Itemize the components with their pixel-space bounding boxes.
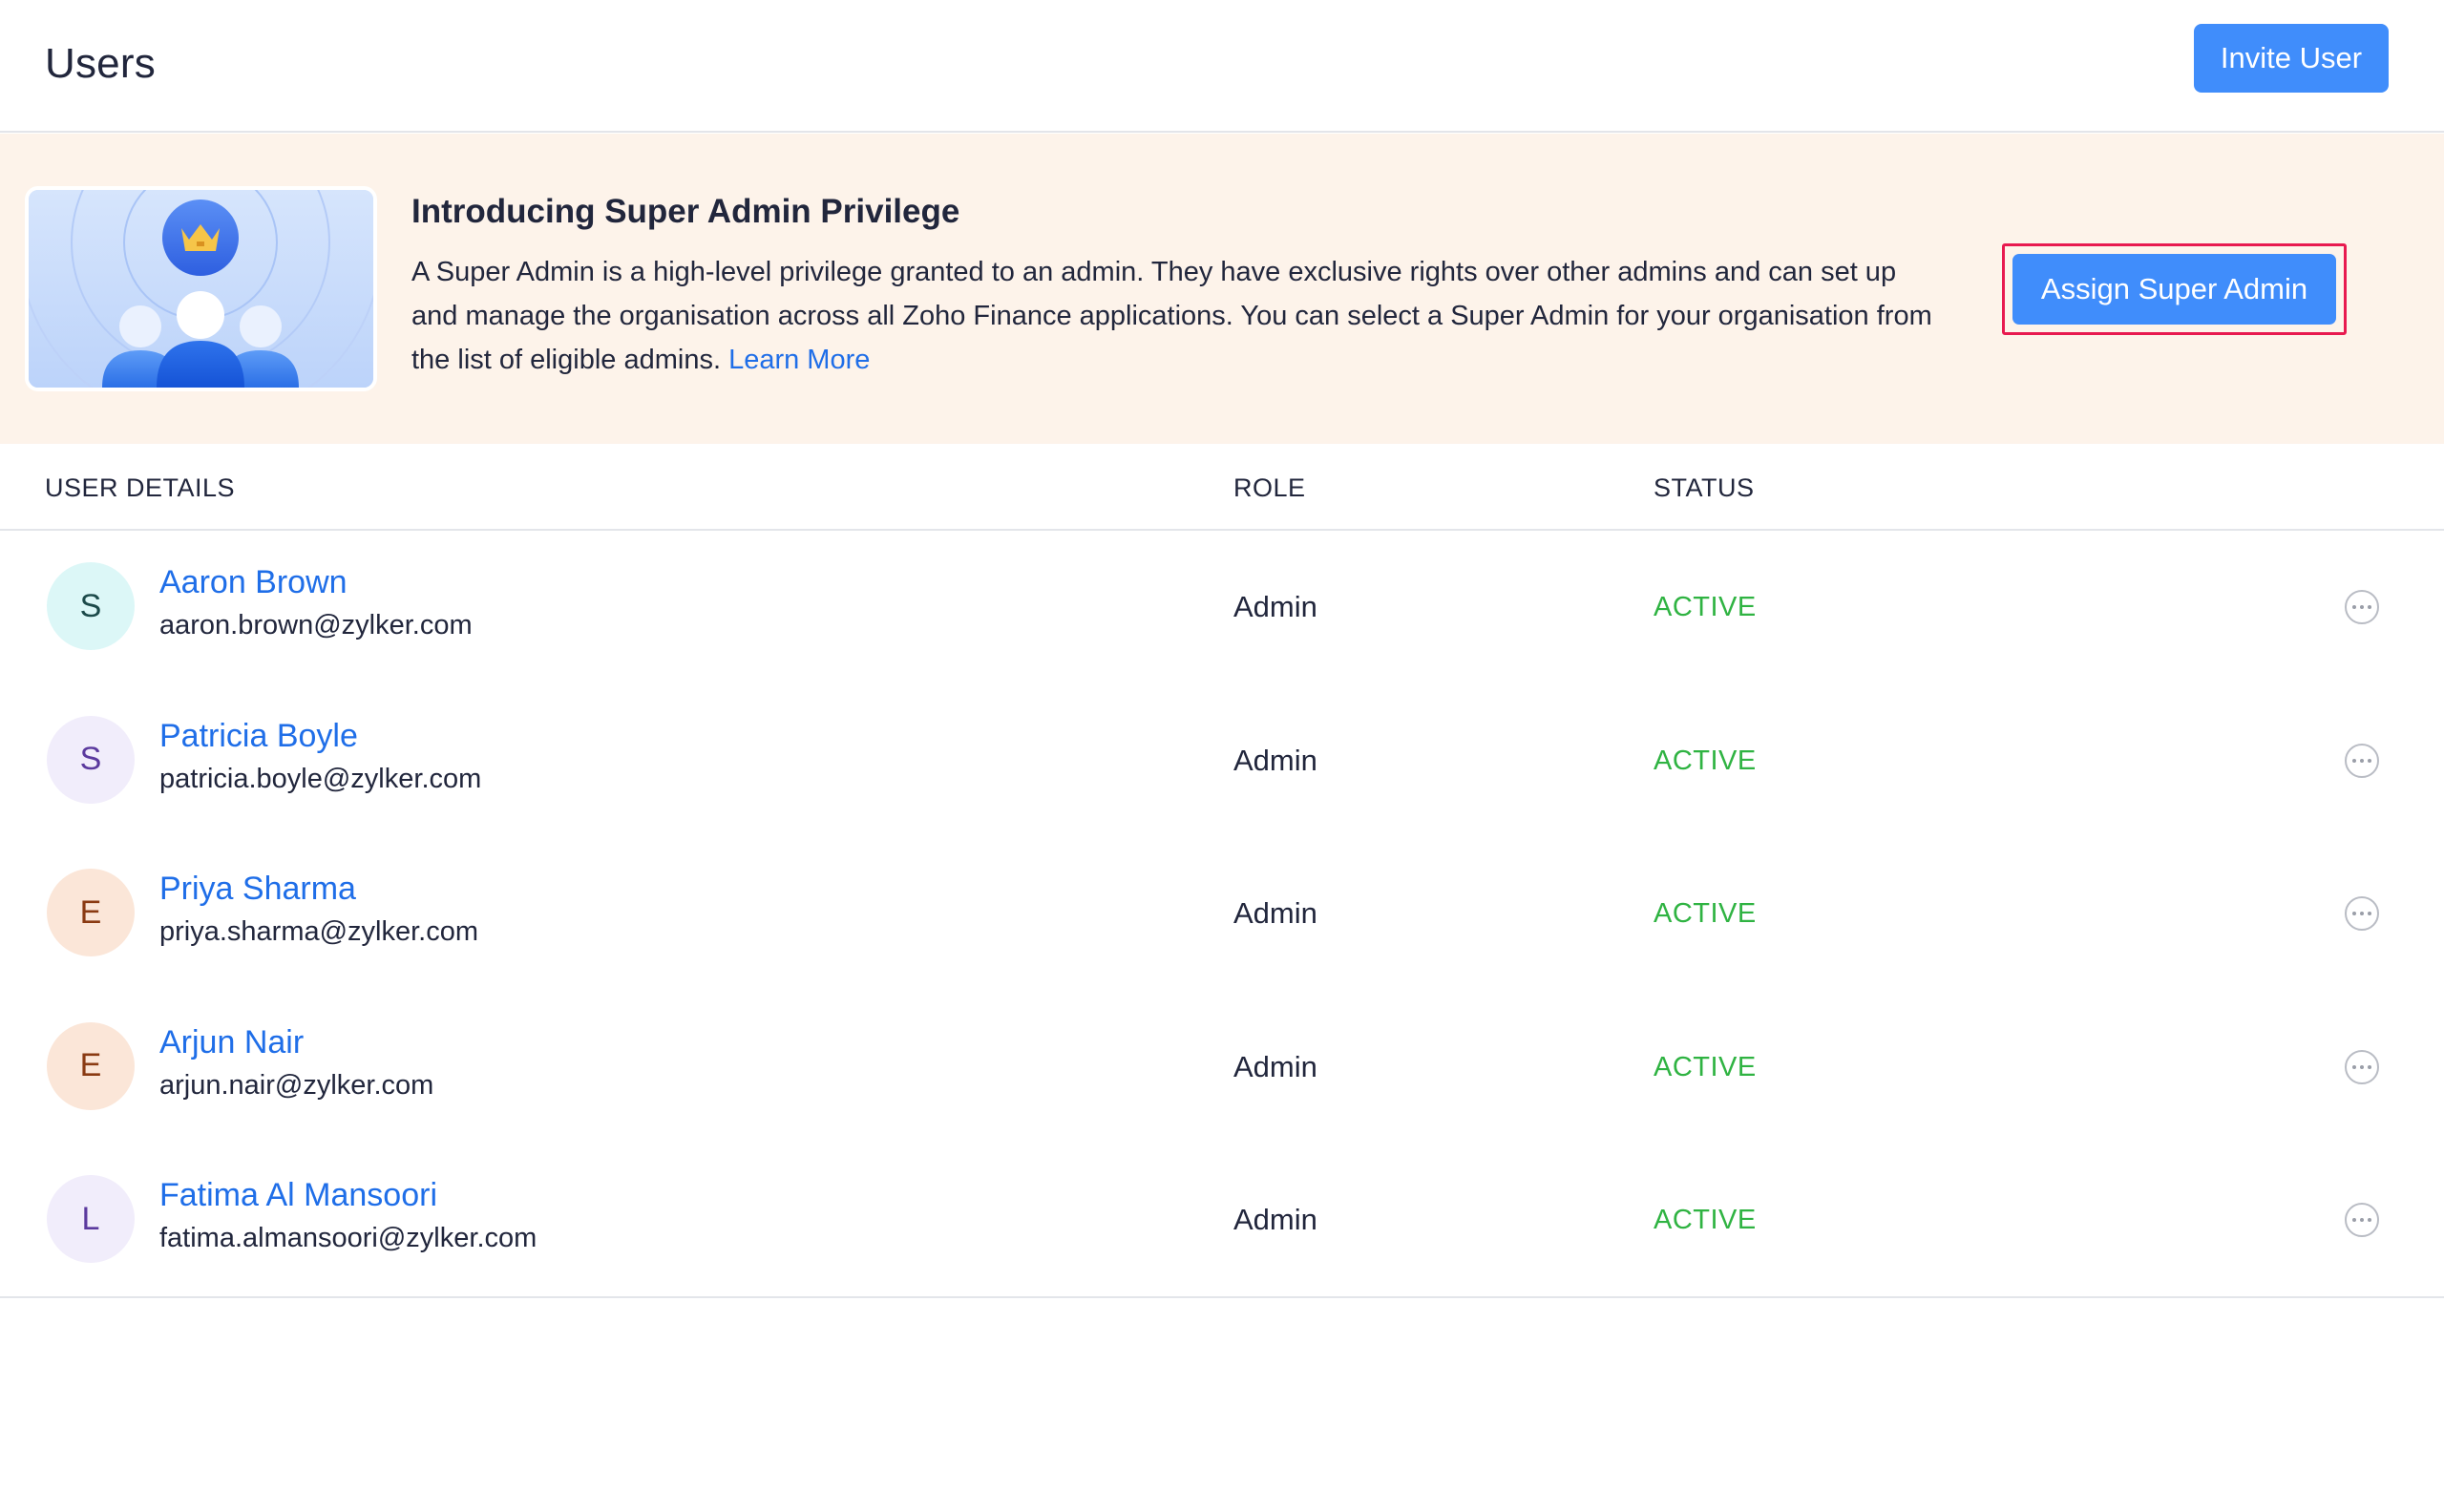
status-badge: ACTIVE: [1654, 592, 1757, 622]
banner-description: A Super Admin is a high-level privilege …: [411, 250, 1939, 382]
table-bottom-divider: [0, 1296, 2444, 1298]
table-row: L Fatima Al Mansoori fatima.almansoori@z…: [0, 1144, 2444, 1297]
avatar: E: [47, 1021, 135, 1110]
status-badge: ACTIVE: [1654, 1205, 1757, 1236]
status-badge: ACTIVE: [1654, 745, 1757, 776]
user-name-link[interactable]: Patricia Boyle: [159, 718, 358, 755]
admins-group-illustration: [29, 190, 373, 388]
user-email: patricia.boyle@zylker.com: [159, 763, 482, 794]
status-badge: ACTIVE: [1654, 898, 1757, 930]
super-admin-illustration: [25, 186, 377, 391]
super-admin-banner: Introducing Super Admin Privilege A Supe…: [0, 134, 2444, 444]
avatar: S: [47, 715, 135, 804]
users-table-header: USER DETAILS ROLE STATUS: [0, 444, 2444, 531]
user-role: Admin: [1233, 896, 1317, 931]
more-options-icon[interactable]: [2345, 896, 2379, 932]
more-options-icon[interactable]: [2345, 590, 2379, 624]
users-table-body: S Aaron Brown aaron.brown@zylker.com Adm…: [0, 531, 2444, 1297]
user-name-link[interactable]: Priya Sharma: [159, 871, 356, 908]
table-row: E Priya Sharma priya.sharma@zylker.com A…: [0, 837, 2444, 991]
banner-description-text: A Super Admin is a high-level privilege …: [411, 257, 1932, 375]
user-email: priya.sharma@zylker.com: [159, 916, 479, 948]
user-email: aaron.brown@zylker.com: [159, 610, 473, 640]
more-options-icon[interactable]: [2345, 743, 2379, 778]
avatar: E: [47, 869, 135, 957]
user-name-link[interactable]: Fatima Al Mansoori: [159, 1177, 437, 1214]
assign-super-admin-highlight: Assign Super Admin: [2002, 243, 2347, 335]
table-row: S Patricia Boyle patricia.boyle@zylker.c…: [0, 684, 2444, 838]
banner-heading: Introducing Super Admin Privilege: [411, 193, 960, 230]
column-header-status: STATUS: [1654, 473, 1755, 502]
table-row: S Aaron Brown aaron.brown@zylker.com Adm…: [0, 531, 2444, 684]
table-row: E Arjun Nair arjun.nair@zylker.com Admin…: [0, 991, 2444, 1144]
learn-more-link[interactable]: Learn More: [728, 345, 870, 375]
avatar: L: [47, 1175, 135, 1264]
user-role: Admin: [1233, 1203, 1317, 1237]
column-header-user-details: USER DETAILS: [45, 473, 236, 502]
user-role: Admin: [1233, 743, 1317, 777]
user-name-link[interactable]: Arjun Nair: [159, 1024, 304, 1061]
avatar: S: [47, 562, 135, 650]
column-header-role: ROLE: [1233, 473, 1306, 502]
more-options-icon[interactable]: [2345, 1049, 2379, 1084]
page-title: Users: [45, 40, 156, 87]
page-header: Users Invite User: [0, 0, 2444, 133]
user-email: arjun.nair@zylker.com: [159, 1069, 434, 1101]
more-options-icon[interactable]: [2345, 1203, 2379, 1238]
user-role: Admin: [1233, 1049, 1317, 1083]
user-email: fatima.almansoori@zylker.com: [159, 1223, 537, 1254]
user-name-link[interactable]: Aaron Brown: [159, 564, 348, 601]
user-role: Admin: [1233, 590, 1317, 623]
invite-user-button[interactable]: Invite User: [2194, 24, 2389, 93]
assign-super-admin-button[interactable]: Assign Super Admin: [2012, 254, 2336, 325]
status-badge: ACTIVE: [1654, 1051, 1757, 1082]
